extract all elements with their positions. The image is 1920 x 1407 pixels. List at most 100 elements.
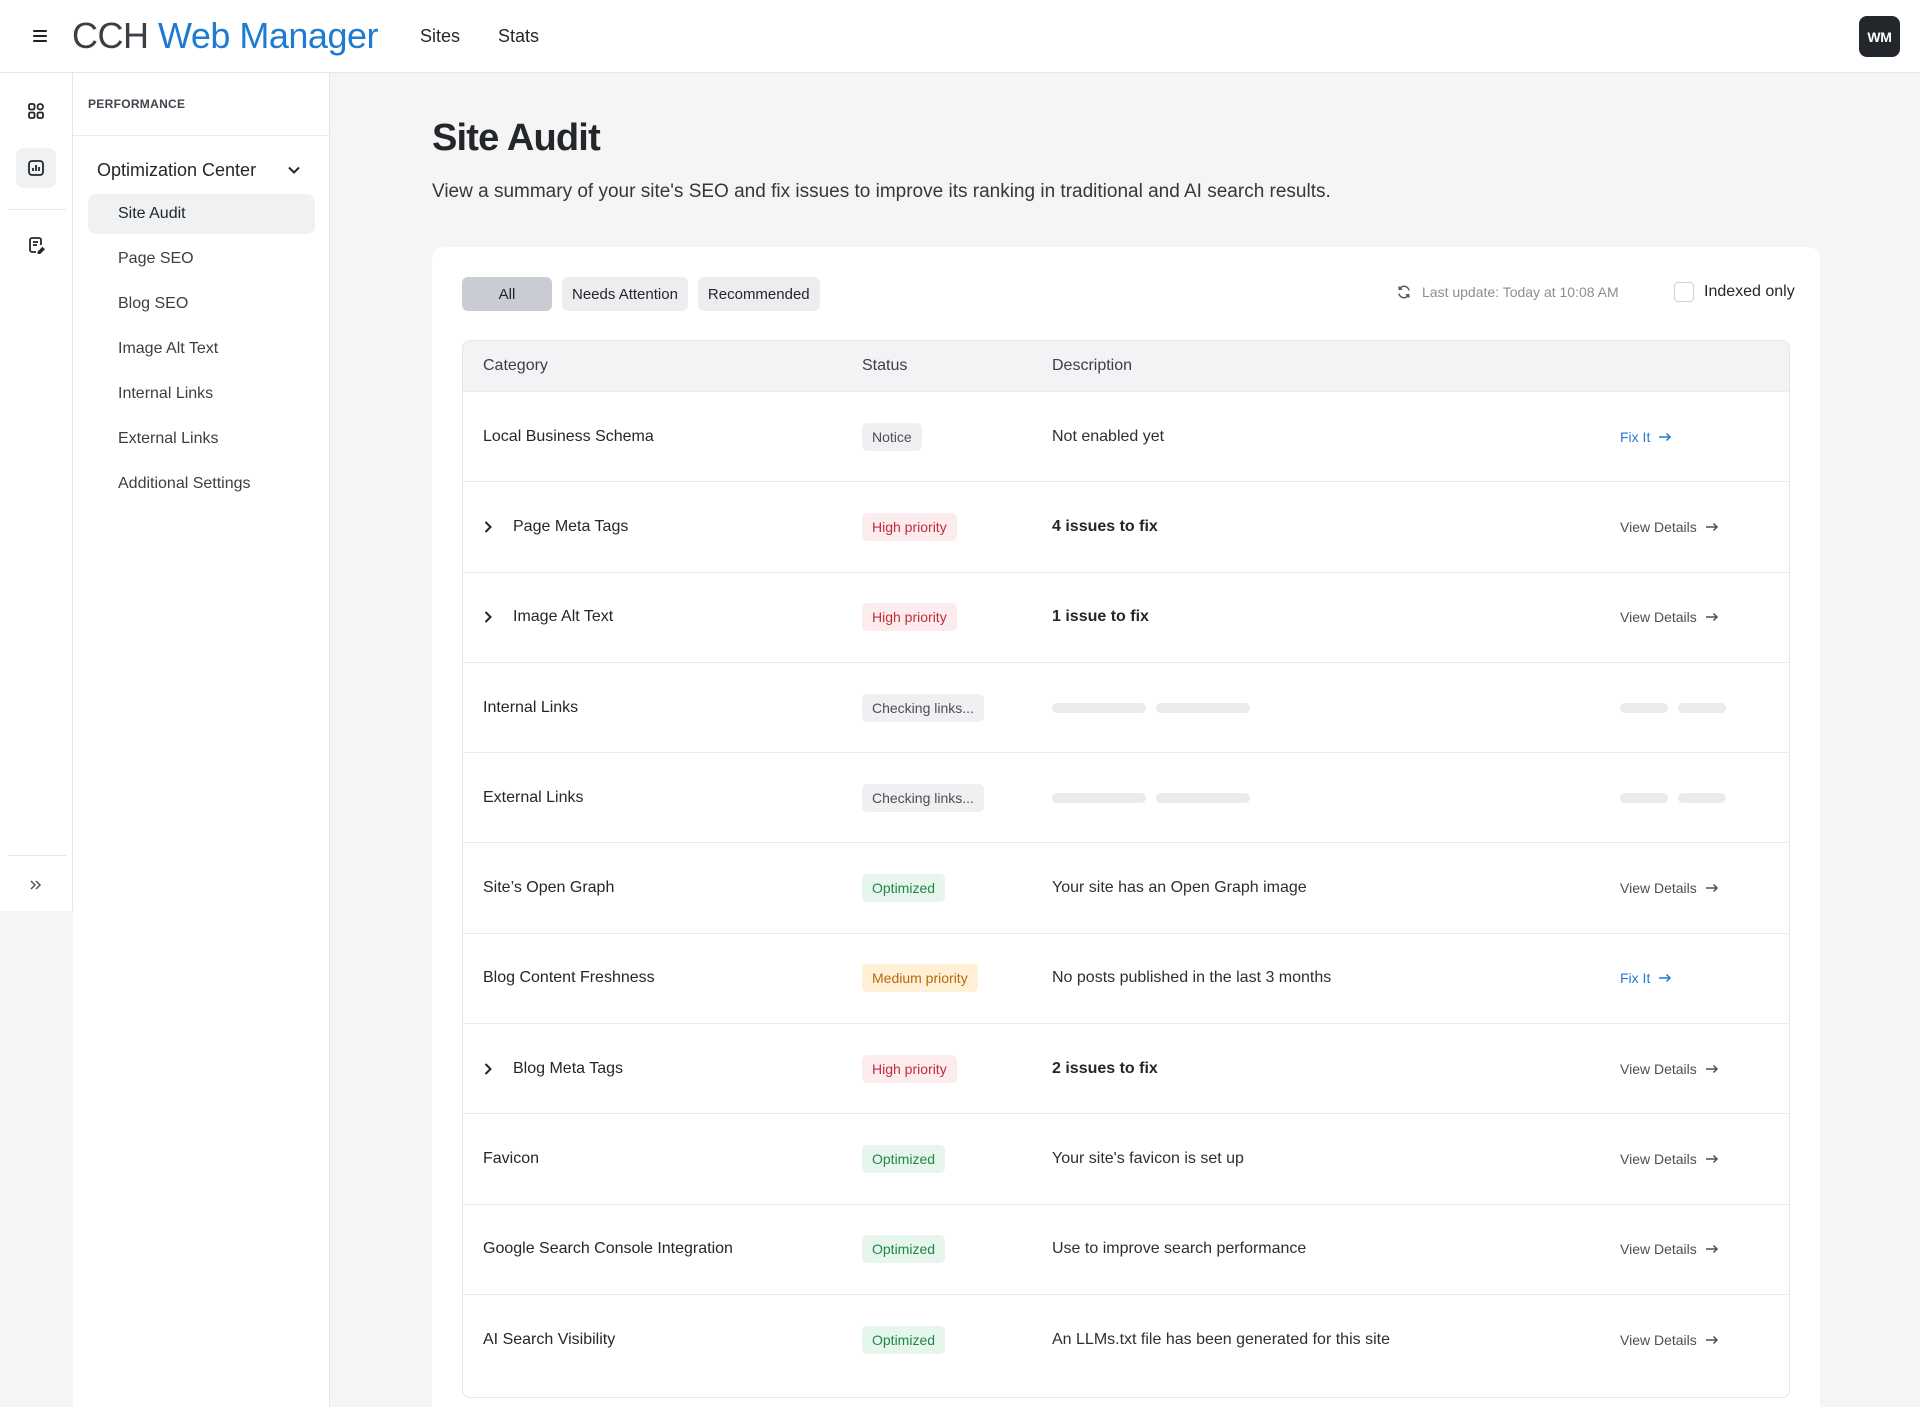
row-category: Local Business Schema <box>483 427 654 445</box>
action-label: View Details <box>1620 1331 1697 1348</box>
action-label: View Details <box>1620 1060 1697 1077</box>
dashboard-icon[interactable] <box>16 91 56 131</box>
arrow-right-icon <box>1705 1154 1718 1164</box>
arrow-right-icon <box>1705 884 1718 893</box>
status-badge: High priority <box>862 1054 957 1083</box>
view-details-button[interactable]: View Details <box>1620 519 1719 535</box>
rail-divider-bottom <box>8 855 66 856</box>
row-description: An LLMs.txt file has been generated for … <box>1052 1330 1390 1348</box>
logo-text-cch: CCH <box>72 15 149 56</box>
sidebar-item-blog-seo[interactable]: Blog SEO <box>88 284 315 324</box>
row-description: Your site's favicon is set up <box>1052 1150 1244 1168</box>
table-row: AI Search Visibility Optimized An LLMs.t… <box>463 1293 1789 1384</box>
view-details-button[interactable]: View Details <box>1620 1241 1719 1257</box>
app-logo[interactable]: CCH Web Manager <box>72 15 378 57</box>
menu-icon[interactable] <box>30 28 50 44</box>
row-description: 1 issue to fix <box>1052 608 1149 626</box>
table-row: Internal Links Checking links... <box>463 661 1789 752</box>
arrow-right-icon <box>1659 974 1672 983</box>
nav-stats[interactable]: Stats <box>498 26 539 47</box>
icon-rail <box>0 73 73 911</box>
avatar[interactable]: WM <box>1859 16 1900 57</box>
optimization-center-toggle[interactable]: Optimization Center <box>73 150 329 190</box>
refresh-icon[interactable] <box>1396 284 1412 300</box>
row-description: 2 issues to fix <box>1052 1059 1158 1077</box>
status-badge: Optimized <box>862 1235 946 1264</box>
arrow-right-icon <box>1659 432 1672 441</box>
action-loading-skeleton <box>1620 702 1726 713</box>
row-category: AI Search Visibility <box>483 1330 616 1348</box>
arrow-right-icon <box>1705 522 1718 531</box>
sidebar-item-image-alt-text[interactable]: Image Alt Text <box>88 329 315 369</box>
action-loading-skeleton <box>1620 792 1726 803</box>
view-details-button[interactable]: View Details <box>1620 609 1719 625</box>
action-label: Fix It <box>1620 428 1651 445</box>
fix-it-button[interactable]: Fix It <box>1620 429 1672 445</box>
table-row: Page Meta Tags High priority 4 issues to… <box>463 481 1789 571</box>
status-badge: Checking links... <box>862 783 984 812</box>
fix-it-button[interactable]: Fix It <box>1620 970 1672 986</box>
performance-chart-icon[interactable] <box>16 148 56 188</box>
rail-divider <box>8 209 66 210</box>
table-row: Local Business Schema Notice Not enabled… <box>463 391 1789 481</box>
content-edit-icon[interactable] <box>16 225 56 265</box>
table-row: Blog Meta Tags High priority 2 issues to… <box>463 1023 1789 1113</box>
row-category: External Links <box>483 788 584 806</box>
secondary-sidebar: PERFORMANCE Optimization Center Site Aud… <box>73 73 330 1407</box>
row-description: Your site has an Open Graph image <box>1052 879 1307 897</box>
page-title: Site Audit <box>432 117 601 159</box>
arrow-right-icon <box>1705 1245 1718 1254</box>
top-bar: CCH Web Manager Sites Stats WM <box>0 0 1920 73</box>
filter-all[interactable]: All <box>462 277 552 311</box>
column-header-status: Status <box>862 357 908 374</box>
nav-sites[interactable]: Sites <box>420 26 460 47</box>
row-category: Blog Meta Tags <box>513 1059 623 1077</box>
status-badge: Optimized <box>862 1145 946 1174</box>
row-category: Blog Content Freshness <box>483 969 655 987</box>
status-badge: High priority <box>862 603 957 632</box>
status-badge: Medium priority <box>862 964 978 993</box>
chevron-right-icon[interactable] <box>483 1062 495 1076</box>
sidebar-item-external-links[interactable]: External Links <box>88 419 315 459</box>
group-title-label: Optimization Center <box>97 159 257 180</box>
audit-table: Category Status Description Local Busine… <box>462 340 1790 1398</box>
top-nav: Sites Stats <box>420 26 539 47</box>
table-row: Blog Content Freshness Medium priority N… <box>463 932 1789 1023</box>
sidebar-item-internal-links[interactable]: Internal Links <box>88 374 315 414</box>
row-category: Image Alt Text <box>513 608 614 626</box>
expand-sidebar-icon[interactable] <box>16 865 56 905</box>
logo-text-web-manager: Web Manager <box>158 15 378 56</box>
arrow-right-icon <box>1705 1064 1718 1073</box>
table-row: External Links Checking links... <box>463 752 1789 842</box>
row-description: 4 issues to fix <box>1052 517 1158 535</box>
status-badge: Optimized <box>862 874 946 903</box>
chevron-down-icon <box>288 166 300 174</box>
page-subtitle: View a summary of your site's SEO and fi… <box>432 181 1331 202</box>
view-details-button[interactable]: View Details <box>1620 1332 1719 1348</box>
action-label: View Details <box>1620 880 1697 897</box>
table-row: Site’s Open Graph Optimized Your site ha… <box>463 842 1789 932</box>
filter-chips: All Needs Attention Recommended <box>462 277 820 311</box>
audit-card: All Needs Attention Recommended Last upd… <box>432 247 1820 1407</box>
chevron-right-icon[interactable] <box>483 610 495 624</box>
main-content: Site Audit View a summary of your site's… <box>330 73 1920 1407</box>
view-details-button[interactable]: View Details <box>1620 1061 1719 1077</box>
column-header-description: Description <box>1052 357 1133 374</box>
row-category: Favicon <box>483 1150 540 1168</box>
chevron-right-icon[interactable] <box>483 520 495 534</box>
row-category: Google Search Console Integration <box>483 1240 733 1258</box>
row-description: No posts published in the last 3 months <box>1052 969 1332 987</box>
last-update-text: Last update: Today at 10:08 AM <box>1422 284 1619 300</box>
sidebar-item-site-audit[interactable]: Site Audit <box>88 194 315 234</box>
view-details-button[interactable]: View Details <box>1620 1151 1719 1167</box>
filter-needs-attention[interactable]: Needs Attention <box>562 277 688 311</box>
sidebar-item-additional-settings[interactable]: Additional Settings <box>88 464 315 504</box>
filter-recommended[interactable]: Recommended <box>697 277 820 311</box>
indexed-only-checkbox[interactable] <box>1674 282 1694 302</box>
indexed-only-toggle[interactable]: Indexed only <box>1674 282 1795 302</box>
row-description: Use to improve search performance <box>1052 1240 1307 1258</box>
view-details-button[interactable]: View Details <box>1620 880 1719 896</box>
status-badge: Optimized <box>862 1325 946 1354</box>
sidebar-item-page-seo[interactable]: Page SEO <box>88 239 315 279</box>
table-row: Image Alt Text High priority 1 issue to … <box>463 571 1789 662</box>
